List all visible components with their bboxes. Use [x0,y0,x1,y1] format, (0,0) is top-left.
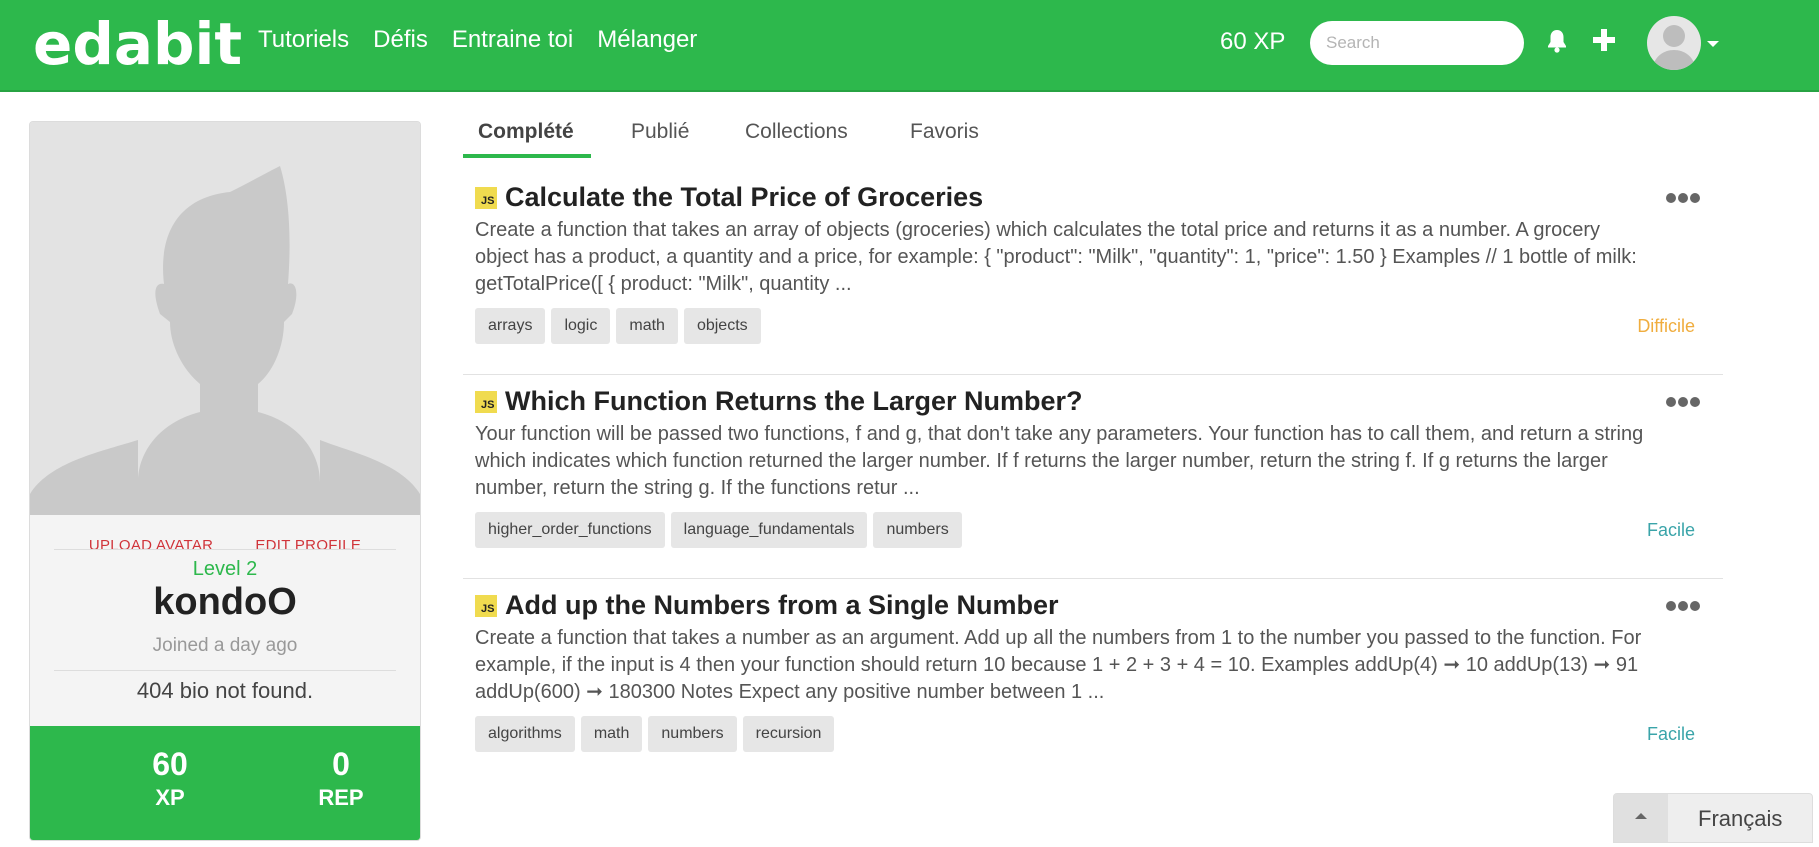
tag[interactable]: numbers [873,512,962,548]
rep-label: REP [318,785,364,810]
tag[interactable]: numbers [648,716,737,752]
joined-date: Joined a day ago [152,635,298,656]
javascript-icon: JS [475,595,497,617]
tag[interactable]: higher_order_functions [475,512,665,548]
javascript-icon: JS [475,187,497,209]
username: kondoO [153,581,297,623]
rep-stat: 0 REP [281,746,401,811]
challenge-title[interactable]: Which Function Returns the Larger Number… [505,386,1083,417]
nav-practice[interactable]: Entraine toi [452,26,573,54]
challenge-title[interactable]: Calculate the Total Price of Groceries [505,182,983,213]
tag-list: higher_order_functions language_fundamen… [475,512,962,548]
tag[interactable]: arrays [475,308,546,344]
language-label: Français [1698,806,1783,831]
main-nav: Tutoriels Défis Entraine toi Mélanger [258,26,697,54]
language-selector[interactable]: Français [1613,793,1813,843]
tag[interactable]: math [580,716,643,752]
divider [54,549,396,550]
user-avatar[interactable] [1647,16,1701,70]
nav-challenges[interactable]: Défis [373,26,428,54]
bell-icon[interactable] [1545,28,1575,58]
xp-value: 60 [152,746,188,782]
tab-collections[interactable]: Collections [745,120,848,144]
tab-favorites[interactable]: Favoris [910,120,979,144]
profile-photo-placeholder [30,122,420,515]
chevron-down-icon[interactable] [1706,36,1720,54]
tag[interactable]: objects [683,308,761,344]
tab-completed[interactable]: Complété [478,120,574,144]
tag-list: algorithms math numbers recursion [475,716,835,752]
tab-published[interactable]: Publié [631,120,689,144]
difficulty-label: Facile [1646,724,1695,744]
nav-tutorials[interactable]: Tutoriels [258,26,349,54]
rep-value: 0 [332,746,350,782]
nav-shuffle[interactable]: Mélanger [597,26,697,54]
tag[interactable]: math [616,308,678,344]
user-bio: 404 bio not found. [136,678,314,703]
xp-counter: 60 XP [1220,28,1286,55]
active-tab-indicator [463,154,591,158]
profile-card: UPLOAD AVATAR EDIT PROFILE Level 2 kondo… [29,121,421,841]
edabit-logo[interactable]: edabit [33,10,242,78]
challenge-title[interactable]: Add up the Numbers from a Single Number [505,590,1059,621]
more-options-icon[interactable] [1665,395,1701,413]
profile-stats: 60 XP 0 REP [30,726,420,840]
chevron-up-icon[interactable] [1614,794,1668,842]
challenge-description: Create a function that takes an array of… [475,219,1637,295]
more-options-icon[interactable] [1665,599,1701,617]
xp-stat: 60 XP [110,746,230,811]
top-navbar: edabit Tutoriels Défis Entraine toi Méla… [0,0,1819,92]
more-options-icon[interactable] [1665,191,1701,209]
xp-label: XP [155,785,185,810]
divider [54,670,396,671]
difficulty-label: Difficile [1637,316,1695,336]
tag[interactable]: recursion [742,716,835,752]
plus-icon[interactable] [1592,28,1622,58]
difficulty-label: Facile [1646,520,1695,540]
tag[interactable]: logic [551,308,611,344]
javascript-icon: JS [475,391,497,413]
challenge-item: JS Calculate the Total Price of Grocerie… [463,170,1723,375]
challenge-description: Create a function that takes a number as… [475,627,1642,703]
user-level: Level 2 [192,558,258,580]
challenge-item: JS Which Function Returns the Larger Num… [463,374,1723,579]
tag-list: arrays logic math objects [475,308,761,344]
search-input[interactable] [1310,21,1524,65]
tag[interactable]: language_fundamentals [670,512,868,548]
challenge-description: Your function will be passed two functio… [475,423,1644,499]
challenge-item: JS Add up the Numbers from a Single Numb… [463,578,1723,782]
tag[interactable]: algorithms [475,716,575,752]
